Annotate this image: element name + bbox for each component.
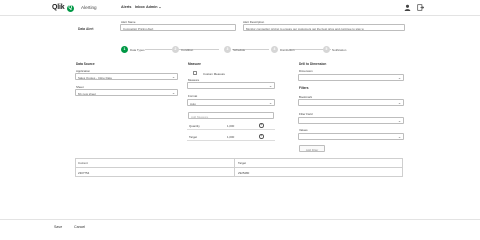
footer-divider (0, 219, 480, 220)
results-value-current: 2307754 (78, 170, 90, 175)
app-name: Alerting (81, 4, 97, 10)
logout-icon[interactable] (416, 4, 424, 12)
data-source-title: Data Source (76, 62, 95, 66)
data-alert-label: Data Alert (78, 27, 94, 31)
results-header-current: Current (78, 161, 88, 165)
top-bar: Qlik Q Alerting Alerts Inbox Admin ⌄ (0, 0, 480, 16)
results-value-target: 2925480 (238, 170, 250, 175)
qlik-logo[interactable]: Qlik Q (52, 4, 74, 12)
step-2-dot[interactable]: 2 (172, 45, 179, 53)
add-measure-input[interactable]: Add Measure (188, 112, 274, 119)
user-icon[interactable] (403, 4, 411, 12)
step-1-label[interactable]: Data Types (130, 48, 145, 52)
measure-title: Measure (188, 62, 201, 66)
values-label: Values (299, 128, 308, 132)
measure-row-name: Quantity (189, 124, 200, 128)
add-filter-button[interactable]: Add Filter (299, 145, 325, 152)
filter-field-select[interactable] (298, 117, 404, 124)
measure-select[interactable] (187, 82, 275, 89)
alert-description-input[interactable]: Monitor competitor pricing to ensure our… (243, 24, 405, 31)
save-button[interactable]: Save (54, 225, 62, 229)
nav-inbox[interactable]: Inbox (135, 5, 145, 9)
measure-row-name: Target (189, 135, 198, 139)
logo-text: Qlik (52, 3, 65, 11)
filters-title: Filters (299, 86, 309, 90)
measure-row-value: 1,000 (227, 135, 235, 139)
alert-name-input[interactable]: Competitor Pricing Alert (120, 24, 236, 31)
step-2-label[interactable]: Condition (181, 48, 193, 52)
custom-measure-label: Custom Measure (203, 71, 226, 76)
filter-field-label: Filter Field (299, 112, 313, 116)
step-3-label[interactable]: Schedule (233, 48, 245, 52)
step-5-label[interactable]: Notification (332, 48, 346, 52)
results-divider (75, 167, 403, 168)
results-header-target: Target (238, 161, 247, 165)
application-select[interactable]: Sales Quotes - Inline Data (75, 73, 178, 80)
dimension-label: Dimension (299, 69, 313, 73)
nav-admin-label: Admin (146, 5, 158, 10)
format-label: Format (188, 94, 198, 98)
step-4-dot[interactable]: 4 (271, 45, 278, 53)
qlik-q-badge: Q (66, 4, 74, 12)
step-1-dot[interactable]: 1 (121, 45, 128, 53)
measure-row: Target 1,000 + (187, 132, 275, 141)
dimension-select[interactable] (298, 74, 404, 81)
format-select[interactable]: Auto (187, 99, 275, 106)
drill-to-dimension-title: Drill to Dimension (299, 62, 327, 66)
nav-admin[interactable]: Admin ⌄ (146, 5, 162, 9)
custom-measure-checkbox[interactable] (193, 71, 197, 75)
add-icon[interactable]: + (259, 134, 264, 139)
step-4-label[interactable]: Distribution (280, 48, 294, 52)
step-3-dot[interactable]: 3 (224, 45, 231, 53)
measure-row: Quantity 1,000 + (187, 121, 275, 130)
step-5-dot[interactable]: 5 (323, 45, 330, 53)
nav-alerts[interactable]: Alerts (121, 5, 131, 9)
results-col-divider (234, 158, 235, 177)
values-select[interactable] (298, 133, 404, 140)
bookmark-select[interactable] (298, 99, 404, 106)
chevron-down-icon: ⌄ (158, 5, 162, 10)
measure-row-value: 1,000 (227, 124, 235, 128)
add-icon[interactable]: + (259, 123, 264, 128)
cancel-button[interactable]: Cancel (74, 225, 85, 229)
sheet-select[interactable]: My new sheet (75, 89, 178, 96)
